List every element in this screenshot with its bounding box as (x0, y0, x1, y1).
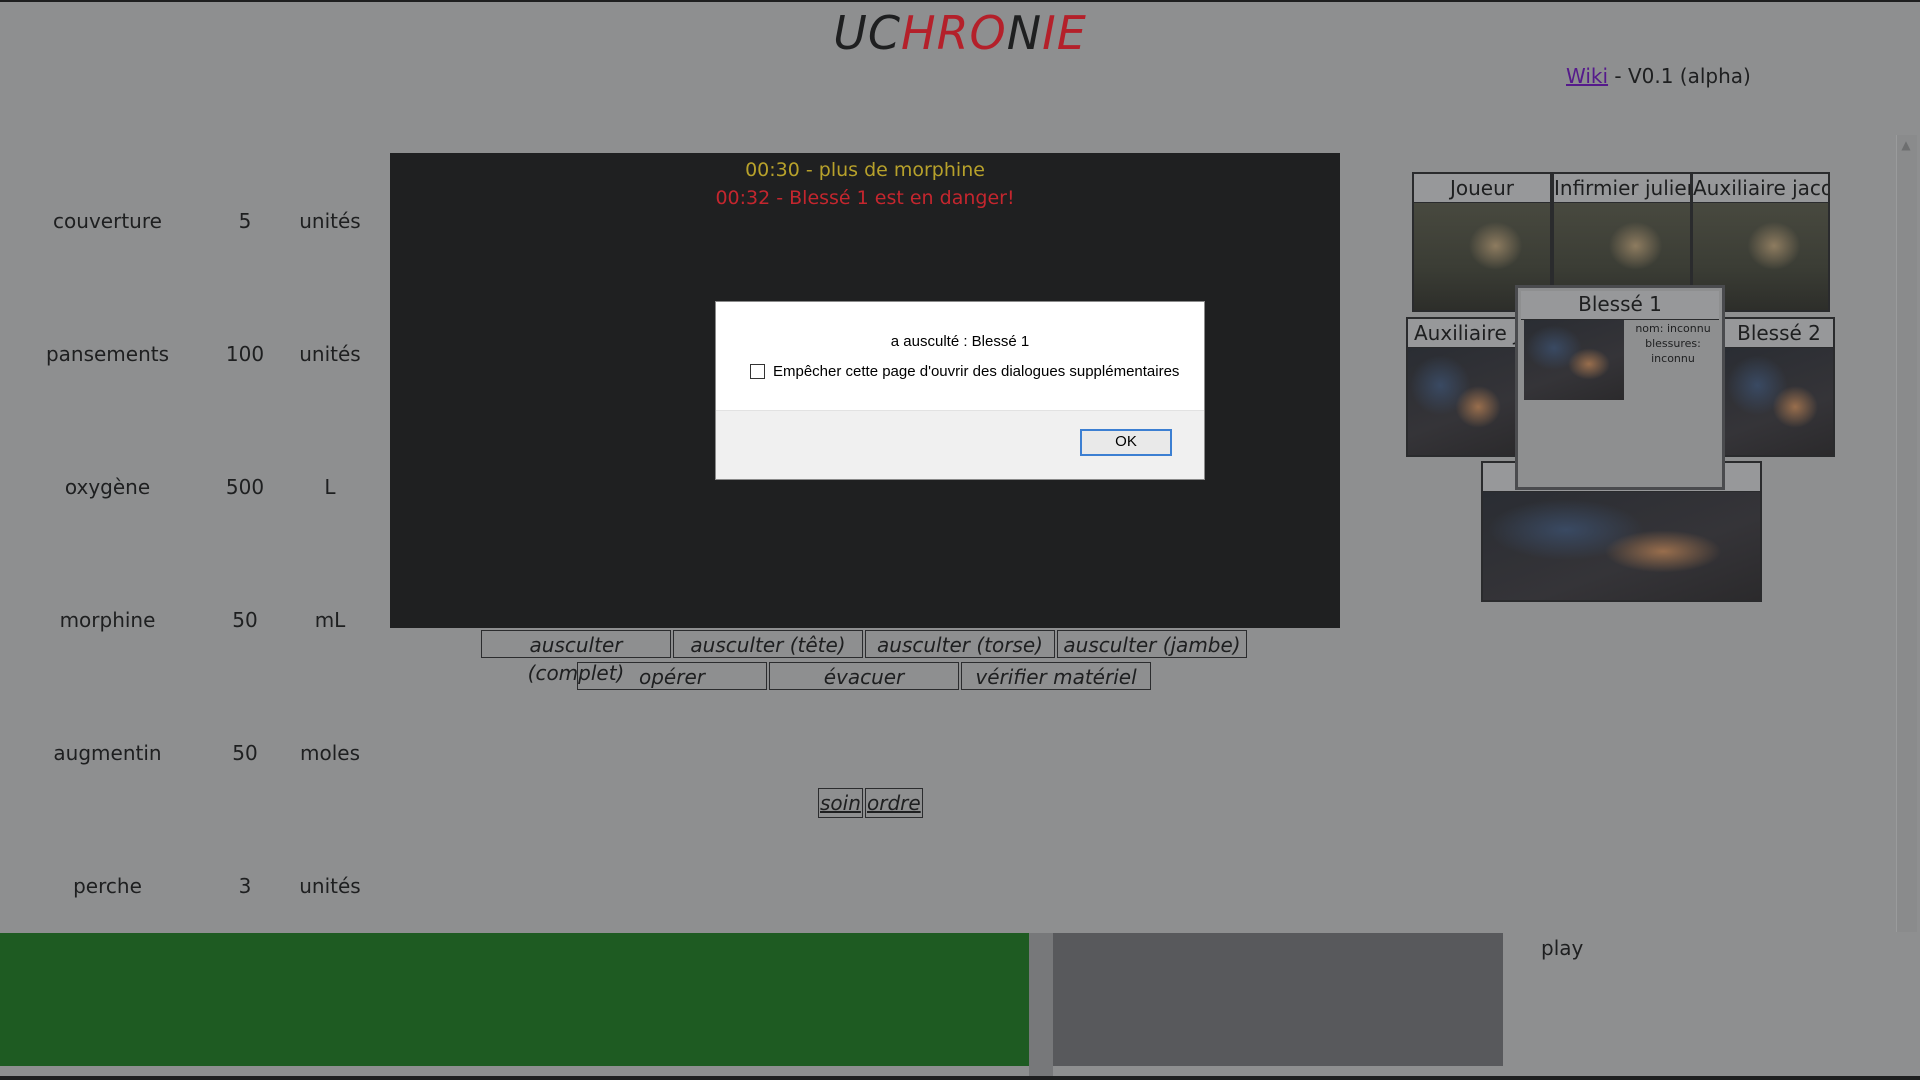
popup-nom: nom: inconnu (1635, 322, 1711, 335)
wiki-link[interactable]: Wiki (1566, 64, 1608, 88)
resource-unit: moles (300, 741, 360, 765)
bar-divider (1029, 933, 1053, 1080)
resource-name: couverture (53, 209, 162, 233)
title-part-uc: UC (833, 6, 901, 60)
resource-name: morphine (59, 608, 156, 632)
scrollbar[interactable] (1896, 135, 1917, 932)
resource-name: augmentin (53, 741, 162, 765)
log-entry: 00:30 - plus de morphine (745, 159, 985, 181)
resource-unit: unités (299, 874, 361, 898)
title-part-ie: IE (1042, 6, 1087, 60)
popup-info: nom: inconnu blessures: inconnu (1623, 321, 1723, 366)
alert-dialog: a ausculté : Blessé 1 Empêcher cette pag… (715, 301, 1205, 480)
resource-row: pansements 100 unités (0, 342, 380, 382)
resource-row: couverture 5 unités (0, 209, 380, 249)
ausculter-tete-button[interactable]: ausculter (tête) (673, 630, 863, 658)
resource-qty: 100 (225, 342, 265, 366)
character-card-auxiliaire-ju[interactable]: Auxiliaire ju (1406, 317, 1518, 457)
character-name: Auxiliaire ju (1408, 319, 1516, 348)
version-line: Wiki - V0.1 (alpha) (1566, 64, 1751, 88)
resource-name: oxygène (64, 475, 151, 499)
character-name: Joueur (1414, 174, 1550, 203)
resource-unit: unités (299, 342, 361, 366)
title-part-hro: HRO (900, 6, 1007, 60)
character-name: Blessé 2 (1725, 319, 1833, 348)
resource-qty: 500 (225, 475, 265, 499)
wounded-portrait (1408, 348, 1516, 455)
popup-blessures: blessures: inconnu (1645, 337, 1701, 365)
resource-unit: L (324, 475, 336, 499)
soin-button[interactable]: soin (818, 788, 863, 818)
resource-row: augmentin 50 moles (0, 741, 380, 781)
progress-bar-gray (1053, 933, 1503, 1066)
operer-button[interactable]: opérer (577, 662, 767, 690)
resource-name: pansements (45, 342, 170, 366)
app-title: UCHRONIE (0, 6, 1920, 60)
suppress-dialogs-label: Empêcher cette page d'ouvrir des dialogu… (773, 363, 1180, 380)
dialog-footer: OK (716, 410, 1204, 479)
resource-qty: 50 (232, 741, 258, 765)
ordre-button[interactable]: ordre (865, 788, 923, 818)
character-name: Auxiliaire jacob (1693, 174, 1828, 203)
resource-row: perche 3 unités (0, 874, 380, 914)
ausculter-complet-button[interactable]: ausculter (complet) (481, 630, 671, 685)
title-part-n: N (1006, 6, 1043, 60)
resource-row: morphine 50 mL (0, 608, 380, 648)
wounded-info-popup: Blessé 1 nom: inconnu blessures: inconnu (1515, 285, 1725, 490)
suppress-dialogs-checkbox[interactable] (750, 364, 765, 379)
suppress-dialogs-row[interactable]: Empêcher cette page d'ouvrir des dialogu… (750, 363, 1179, 380)
dialog-message: a ausculté : Blessé 1 (890, 333, 1030, 350)
resource-qty: 3 (238, 874, 252, 898)
resource-row: oxygène 500 L (0, 475, 380, 515)
top-border (0, 0, 1920, 2)
version-label: - V0.1 (alpha) (1608, 64, 1751, 88)
wounded-portrait (1725, 348, 1833, 455)
log-entry-danger: 00:32 - Blessé 1 est en danger! (715, 187, 1015, 209)
wounded-portrait (1524, 320, 1624, 400)
verifier-materiel-button[interactable]: vérifier matériel (961, 662, 1151, 690)
resource-unit: unités (299, 209, 361, 233)
ausculter-torse-button[interactable]: ausculter (torse) (865, 630, 1055, 658)
ausculter-jambe-button[interactable]: ausculter (jambe) (1057, 630, 1247, 658)
resource-qty: 50 (232, 608, 258, 632)
bottom-border (0, 1076, 1920, 1080)
resource-name: perche (73, 874, 142, 898)
resource-qty: 5 (238, 209, 252, 233)
wounded-portrait (1483, 492, 1760, 600)
soin-label: soin (820, 791, 861, 815)
resource-unit: mL (314, 608, 346, 632)
evacuer-button[interactable]: évacuer (769, 662, 959, 690)
scroll-up-icon[interactable]: ▲ (1896, 135, 1916, 155)
character-name: Infirmier julien (1554, 174, 1690, 203)
progress-bar-green (0, 933, 1029, 1066)
play-button[interactable]: play (1541, 936, 1583, 960)
popup-title: Blessé 1 (1521, 291, 1719, 320)
character-card-blesse-2[interactable]: Blessé 2 (1723, 317, 1835, 457)
ok-button[interactable]: OK (1080, 429, 1172, 456)
ordre-label: ordre (867, 791, 921, 815)
